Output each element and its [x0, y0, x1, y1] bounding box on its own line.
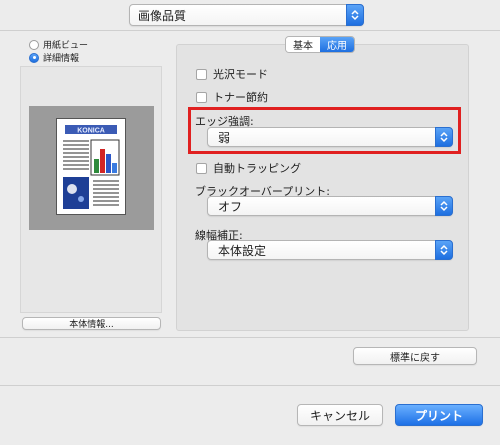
gloss-mode-checkbox[interactable]: 光沢モード	[196, 66, 268, 82]
black-overprint-value: オフ	[218, 199, 243, 214]
highlight-box	[188, 107, 461, 154]
preview-page: KONICA	[56, 118, 126, 215]
checkbox-icon	[196, 68, 207, 80]
auto-trapping-label: 自動トラッピング	[213, 162, 301, 175]
radio-label: 詳細情報	[43, 54, 80, 64]
reset-defaults-button[interactable]: 標準に戻す	[353, 347, 477, 365]
tab-advanced[interactable]: 応用	[320, 37, 354, 52]
tab-switcher: 基本 応用	[285, 36, 355, 53]
bottom-divider	[0, 385, 500, 386]
preview-page-illustration: KONICA	[63, 125, 120, 209]
device-info-button[interactable]: 本体情報...	[22, 317, 161, 330]
top-divider	[0, 30, 500, 31]
radio-details[interactable]: 詳細情報	[29, 51, 79, 64]
quality-popup[interactable]: 画像品質	[129, 4, 364, 26]
radio-icon	[29, 39, 39, 50]
line-width-value: 本体設定	[218, 243, 267, 258]
mid-divider	[0, 337, 500, 338]
chevron-updown-icon	[435, 196, 453, 216]
tab-basic[interactable]: 基本	[286, 37, 320, 52]
checkbox-icon	[196, 162, 207, 174]
chevron-updown-icon	[435, 240, 453, 260]
line-width-select[interactable]: 本体設定	[207, 240, 453, 260]
checkbox-icon	[196, 91, 207, 103]
preview-logo-text: KONICA	[77, 128, 105, 135]
radio-label: 用紙ビュー	[43, 41, 89, 51]
quality-popup-value: 画像品質	[138, 8, 187, 23]
radio-selected-icon	[29, 52, 39, 63]
cancel-button[interactable]: キャンセル	[297, 404, 383, 426]
black-overprint-select[interactable]: オフ	[207, 196, 453, 216]
auto-trapping-checkbox[interactable]: 自動トラッピング	[196, 160, 301, 176]
print-button[interactable]: プリント	[395, 404, 483, 426]
toner-save-label: トナー節約	[213, 91, 268, 104]
radio-paper-view[interactable]: 用紙ビュー	[29, 38, 88, 51]
gloss-mode-label: 光沢モード	[213, 68, 268, 81]
chevron-updown-icon	[346, 4, 364, 26]
toner-save-checkbox[interactable]: トナー節約	[196, 89, 268, 105]
